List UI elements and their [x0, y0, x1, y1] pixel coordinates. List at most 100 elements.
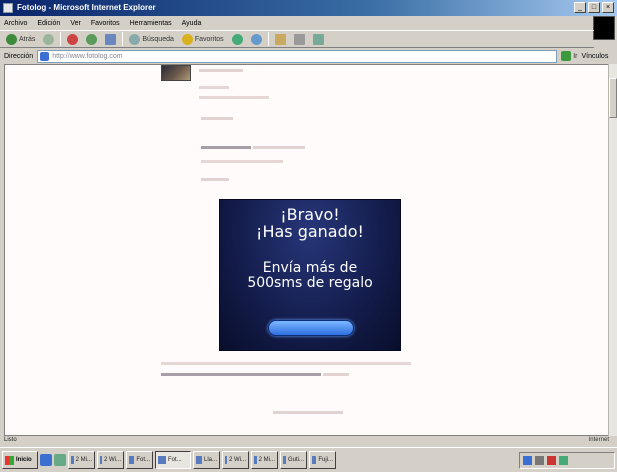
page-icon — [40, 51, 50, 61]
forward-arrow-icon — [43, 33, 55, 45]
menu-ver[interactable]: Ver — [70, 20, 81, 27]
window-title: Fotolog - Microsoft Internet Explorer — [17, 3, 156, 12]
star-icon — [181, 33, 193, 45]
refresh-icon — [86, 33, 98, 45]
blurred-text-line — [201, 117, 233, 120]
blurred-text-line — [201, 146, 251, 149]
taskbar-item[interactable]: 2 Wi... — [97, 451, 124, 469]
taskbar-item[interactable]: Fot... — [126, 451, 153, 469]
stop-icon — [67, 33, 79, 45]
back-button[interactable]: Atrás — [4, 31, 37, 47]
mail-icon — [274, 33, 286, 45]
window-controls: _ □ × — [574, 2, 614, 13]
task-icon — [196, 456, 202, 464]
blurred-text-line — [161, 362, 411, 365]
links-label[interactable]: Vínculos — [581, 53, 608, 60]
task-label: Fot... — [168, 457, 182, 463]
task-label: Fot... — [136, 457, 150, 463]
edit-button[interactable] — [311, 31, 326, 47]
taskbar: Inicio 2 Mi... 2 Wi... Fot... Fot... Lla… — [0, 447, 617, 472]
minimize-button[interactable]: _ — [574, 2, 586, 13]
toolbar-separator — [60, 32, 62, 46]
menu-archivo[interactable]: Archivo — [4, 20, 27, 27]
menu-ayuda[interactable]: Ayuda — [182, 20, 202, 27]
blurred-text-line — [201, 160, 283, 163]
home-button[interactable] — [103, 31, 118, 47]
status-zone: Internet — [588, 437, 609, 443]
task-label: 2 Wi... — [228, 457, 246, 463]
tray-volume-icon[interactable] — [535, 456, 544, 465]
menu-edicion[interactable]: Edición — [37, 20, 60, 27]
ad-offer-line1: Envía más de — [262, 260, 358, 276]
taskbar-item[interactable]: 2 Mi... — [68, 451, 95, 469]
page-viewport: ¡Bravo! ¡Has ganado! Envía más de 500sms… — [4, 64, 608, 436]
ad-cta-button[interactable] — [268, 320, 354, 336]
blurred-text-line — [161, 373, 321, 376]
tray-network-icon[interactable] — [523, 456, 532, 465]
blurred-text-line — [253, 146, 305, 149]
search-button[interactable]: Búsqueda — [127, 31, 176, 47]
print-button[interactable] — [292, 31, 307, 47]
taskbar-item-active[interactable]: Fot... — [155, 451, 191, 469]
go-button[interactable]: Ir — [561, 51, 577, 61]
blurred-text-line — [199, 86, 229, 89]
task-label: 2 Mi... — [258, 457, 275, 463]
close-button[interactable]: × — [602, 2, 614, 13]
history-button[interactable] — [249, 31, 264, 47]
task-icon — [225, 456, 227, 464]
favorites-button[interactable]: Favoritos — [180, 31, 226, 47]
task-icon — [158, 456, 166, 464]
search-icon — [129, 33, 141, 45]
edit-icon — [312, 33, 324, 45]
ad-headline-ganado: ¡Has ganado! — [256, 222, 364, 241]
refresh-button[interactable] — [84, 31, 99, 47]
toolbar-separator — [122, 32, 124, 46]
vertical-scrollbar[interactable] — [608, 64, 617, 436]
tray-messenger-icon[interactable] — [559, 456, 568, 465]
task-icon — [71, 456, 74, 464]
tray-antivirus-icon[interactable] — [547, 456, 556, 465]
stop-button[interactable] — [65, 31, 80, 47]
ad-banner[interactable]: ¡Bravo! ¡Has ganado! Envía más de 500sms… — [219, 199, 401, 351]
start-label: Inicio — [16, 457, 32, 463]
taskbar-item[interactable]: 2 Wi... — [222, 451, 249, 469]
task-icon — [100, 456, 102, 464]
taskbar-item[interactable]: 2 Mi... — [251, 451, 278, 469]
taskbar-item[interactable]: Guti... — [280, 451, 307, 469]
back-arrow-icon — [6, 33, 17, 45]
quicklaunch-desktop-icon[interactable] — [54, 454, 66, 466]
address-label: Dirección — [4, 52, 34, 60]
menu-herramientas[interactable]: Herramientas — [130, 20, 172, 27]
task-label: Guti... — [287, 457, 304, 463]
windows-flag-icon — [5, 455, 14, 465]
media-icon — [231, 33, 243, 45]
task-icon — [312, 456, 317, 464]
mail-button[interactable] — [273, 31, 288, 47]
favorites-label: Favoritos — [194, 35, 224, 43]
taskbar-item[interactable]: Fuji... — [309, 451, 336, 469]
blurred-text-line — [273, 411, 343, 414]
scrollbar-thumb[interactable] — [609, 78, 617, 118]
start-button[interactable]: Inicio — [2, 451, 38, 469]
history-icon — [250, 33, 262, 45]
address-input[interactable]: http://www.fotolog.com — [37, 49, 558, 63]
taskbar-item[interactable]: Lla... — [193, 451, 220, 469]
media-button[interactable] — [230, 31, 245, 47]
task-label: 2 Mi... — [75, 457, 92, 463]
user-avatar[interactable] — [161, 65, 191, 81]
menu-favoritos[interactable]: Favoritos — [91, 20, 120, 27]
address-url: http://www.fotolog.com — [52, 52, 123, 60]
task-icon — [283, 456, 286, 464]
quicklaunch-ie-icon[interactable] — [40, 454, 52, 466]
blurred-text-line — [323, 373, 349, 376]
maximize-button[interactable]: □ — [588, 2, 600, 13]
ie-app-icon — [3, 3, 13, 13]
go-label: Ir — [573, 52, 578, 60]
task-icon — [129, 456, 135, 464]
blurred-text-line — [201, 178, 229, 181]
task-label: 2 Wi... — [103, 457, 121, 463]
printer-icon — [293, 33, 305, 45]
status-bar: Listo Internet — [0, 436, 617, 447]
forward-button[interactable] — [41, 31, 56, 47]
home-icon — [105, 33, 117, 45]
